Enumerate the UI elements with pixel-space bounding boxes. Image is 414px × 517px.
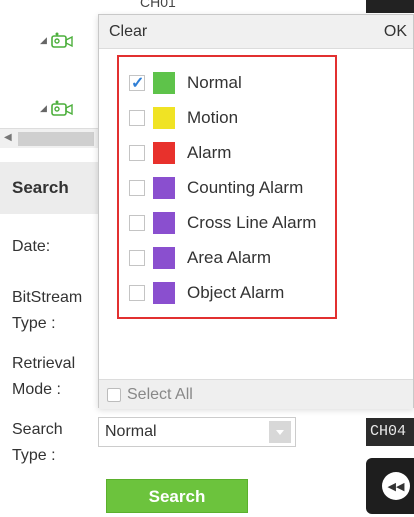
checkbox[interactable] [129, 73, 145, 93]
list-item-alarm[interactable]: Alarm [129, 140, 231, 166]
search-button[interactable]: Search [106, 479, 248, 513]
select-all-checkbox[interactable] [107, 388, 121, 402]
search-type-label-line2: Type : [12, 447, 56, 464]
rewind-icon[interactable]: ◀◀ [382, 472, 410, 500]
color-swatch [153, 212, 175, 234]
item-label: Alarm [187, 143, 232, 162]
search-heading: Search [12, 178, 69, 197]
scrollbar-thumb[interactable] [18, 132, 94, 146]
item-label: Normal [187, 73, 242, 92]
dropdown-toolbar: Clear OK [99, 15, 413, 49]
dropdown-footer: Select All [99, 379, 413, 409]
search-type-value: Normal [105, 423, 157, 440]
checkbox[interactable] [129, 250, 145, 266]
list-item-object-alarm[interactable]: Object Alarm [129, 280, 284, 306]
color-swatch [153, 177, 175, 199]
tree-channel-label[interactable]: CH01 [140, 0, 176, 10]
event-type-dropdown: Clear OK Normal Motion Alarm Counting Al… [98, 14, 414, 409]
camera-icon [51, 32, 73, 48]
checkbox[interactable] [129, 180, 145, 196]
ok-button[interactable]: OK [384, 23, 407, 41]
search-type-label-line1: Search [12, 421, 63, 438]
bitstream-label-line1: BitStream [12, 289, 83, 306]
event-type-list: Normal Motion Alarm Counting Alarm Cross… [99, 49, 413, 379]
color-swatch [153, 142, 175, 164]
color-swatch [153, 247, 175, 269]
bitstream-label-line2: Type : [12, 315, 56, 332]
list-item-counting-alarm[interactable]: Counting Alarm [129, 175, 303, 201]
tree-node[interactable]: ◢ [40, 100, 73, 116]
retrieval-label-line1: Retrieval [12, 355, 76, 372]
list-item-area-alarm[interactable]: Area Alarm [129, 245, 271, 271]
list-item-motion[interactable]: Motion [129, 105, 238, 131]
retrieval-label-line2: Mode : [12, 381, 61, 398]
scroll-left-icon[interactable]: ◀ [4, 132, 12, 143]
item-label: Area Alarm [187, 248, 272, 267]
checkbox[interactable] [129, 110, 145, 126]
expand-caret-icon[interactable]: ◢ [40, 103, 47, 114]
video-panel-top [366, 0, 414, 13]
horizontal-scrollbar[interactable]: ◀ [0, 128, 100, 148]
checkbox[interactable] [129, 145, 145, 161]
checkbox[interactable] [129, 285, 145, 301]
item-label: Motion [187, 108, 239, 127]
color-swatch [153, 72, 175, 94]
playback-controls: ◀◀ [366, 458, 414, 514]
item-label: Object Alarm [187, 283, 285, 302]
tree-node[interactable]: ◢ [40, 32, 73, 48]
item-label: Counting Alarm [187, 178, 304, 197]
list-item-normal[interactable]: Normal [129, 70, 242, 96]
date-label: Date: [12, 238, 51, 255]
checkbox[interactable] [129, 215, 145, 231]
expand-caret-icon[interactable]: ◢ [40, 35, 47, 46]
clear-button[interactable]: Clear [109, 23, 147, 41]
chevron-down-icon[interactable] [269, 421, 291, 443]
device-tree: CH01 ◢ ◢ ◀ [0, 0, 176, 155]
camera-icon [51, 100, 73, 116]
list-item-cross-line-alarm[interactable]: Cross Line Alarm [129, 210, 316, 236]
select-all-label[interactable]: Select All [127, 386, 193, 404]
color-swatch [153, 282, 175, 304]
channel-label: CH04 [366, 418, 414, 446]
item-label: Cross Line Alarm [187, 213, 317, 232]
search-section-header: Search [0, 162, 100, 214]
search-type-select[interactable]: Normal [98, 417, 296, 447]
color-swatch [153, 107, 175, 129]
